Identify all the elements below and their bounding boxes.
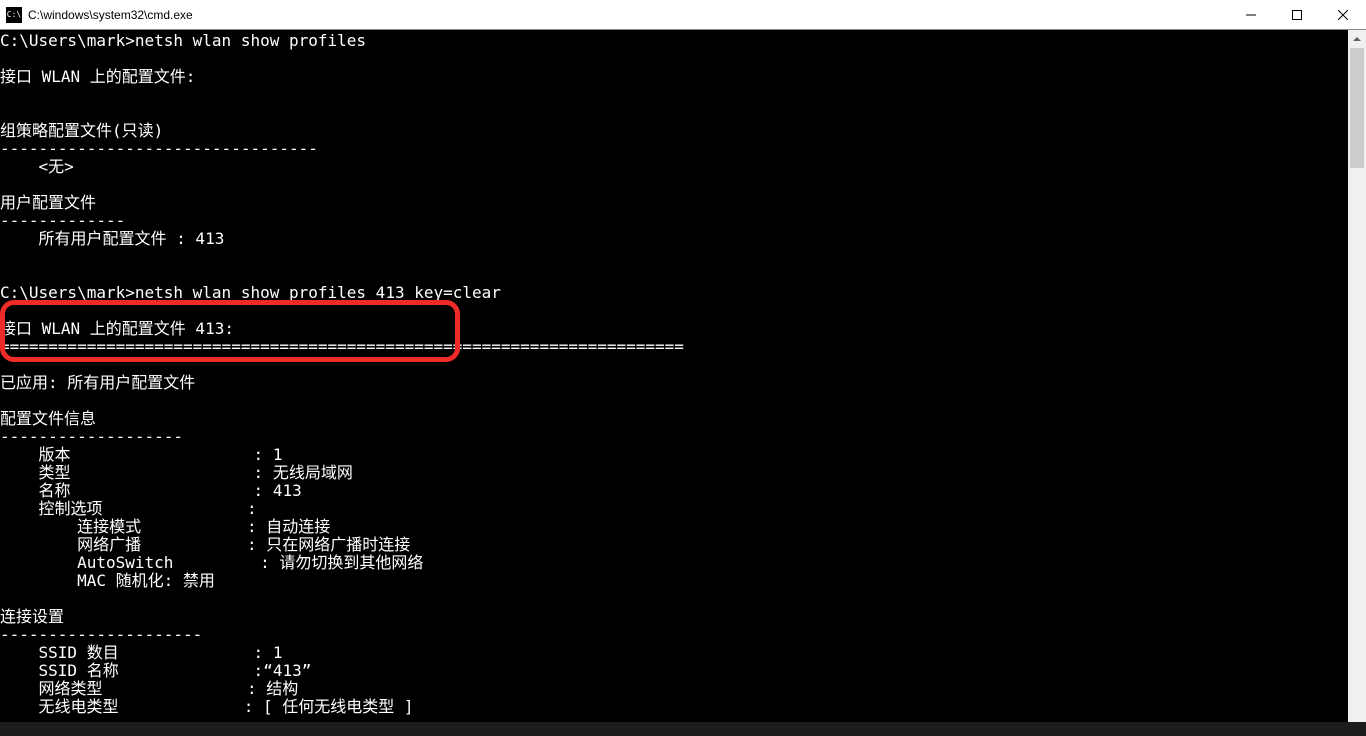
command-text: netsh wlan show profiles 413 key=clear bbox=[135, 283, 501, 302]
output-line: ------------------- bbox=[0, 427, 183, 446]
minimize-button[interactable] bbox=[1228, 0, 1274, 29]
maximize-button[interactable] bbox=[1274, 0, 1320, 29]
output-line: 无线电类型 : [ 任何无线电类型 ] bbox=[0, 697, 414, 716]
output-line: 配置文件信息 bbox=[0, 409, 96, 428]
window-controls bbox=[1228, 0, 1366, 29]
cmd-icon bbox=[6, 7, 22, 23]
output-line: SSID 数目 : 1 bbox=[0, 643, 282, 662]
minimize-icon bbox=[1246, 10, 1256, 20]
scroll-thumb[interactable] bbox=[1350, 48, 1364, 168]
output-line: 接口 WLAN 上的配置文件 413: bbox=[0, 319, 234, 338]
output-line: 所有用户配置文件 : 413 bbox=[0, 229, 224, 248]
output-line: 版本 : 1 bbox=[0, 445, 282, 464]
prompt: C:\Users\mark> bbox=[0, 283, 135, 302]
output-line: 组策略配置文件(只读) bbox=[0, 121, 163, 140]
prompt: C:\Users\mark> bbox=[0, 31, 135, 50]
vertical-scrollbar[interactable] bbox=[1348, 30, 1366, 736]
output-line: --------------------- bbox=[0, 625, 202, 644]
output-line: 用户配置文件 bbox=[0, 193, 96, 212]
window-title: C:\windows\system32\cmd.exe bbox=[28, 8, 193, 22]
output-line: --------------------------------- bbox=[0, 139, 318, 158]
output-line: 网络广播 : 只在网络广播时连接 bbox=[0, 535, 410, 554]
scroll-up-button[interactable] bbox=[1348, 30, 1366, 48]
maximize-icon bbox=[1292, 10, 1302, 20]
console-output[interactable]: C:\Users\mark>netsh wlan show profiles 接… bbox=[0, 30, 1348, 736]
output-line: MAC 随机化: 禁用 bbox=[0, 571, 215, 590]
output-line: 网络类型 : 结构 bbox=[0, 679, 298, 698]
output-line: 类型 : 无线局域网 bbox=[0, 463, 353, 482]
output-line: 接口 WLAN 上的配置文件: bbox=[0, 67, 195, 86]
close-icon bbox=[1338, 10, 1348, 20]
output-line: SSID 名称 :“413” bbox=[0, 661, 311, 680]
command-text: netsh wlan show profiles bbox=[135, 31, 366, 50]
output-line: AutoSwitch : 请勿切换到其他网络 bbox=[0, 553, 423, 572]
chevron-up-icon bbox=[1353, 37, 1361, 41]
console-area: C:\Users\mark>netsh wlan show profiles 接… bbox=[0, 30, 1366, 736]
window-titlebar: C:\windows\system32\cmd.exe bbox=[0, 0, 1366, 30]
output-line: 控制选项 : bbox=[0, 499, 257, 518]
output-line: ------------- bbox=[0, 211, 125, 230]
taskbar bbox=[0, 722, 1366, 736]
output-line: 名称 : 413 bbox=[0, 481, 302, 500]
output-line: 连接设置 bbox=[0, 607, 64, 626]
close-button[interactable] bbox=[1320, 0, 1366, 29]
output-line: 连接模式 : 自动连接 bbox=[0, 517, 330, 536]
output-line: 已应用: 所有用户配置文件 bbox=[0, 373, 195, 392]
output-line: <无> bbox=[0, 157, 74, 176]
output-line: ========================================… bbox=[0, 337, 684, 356]
